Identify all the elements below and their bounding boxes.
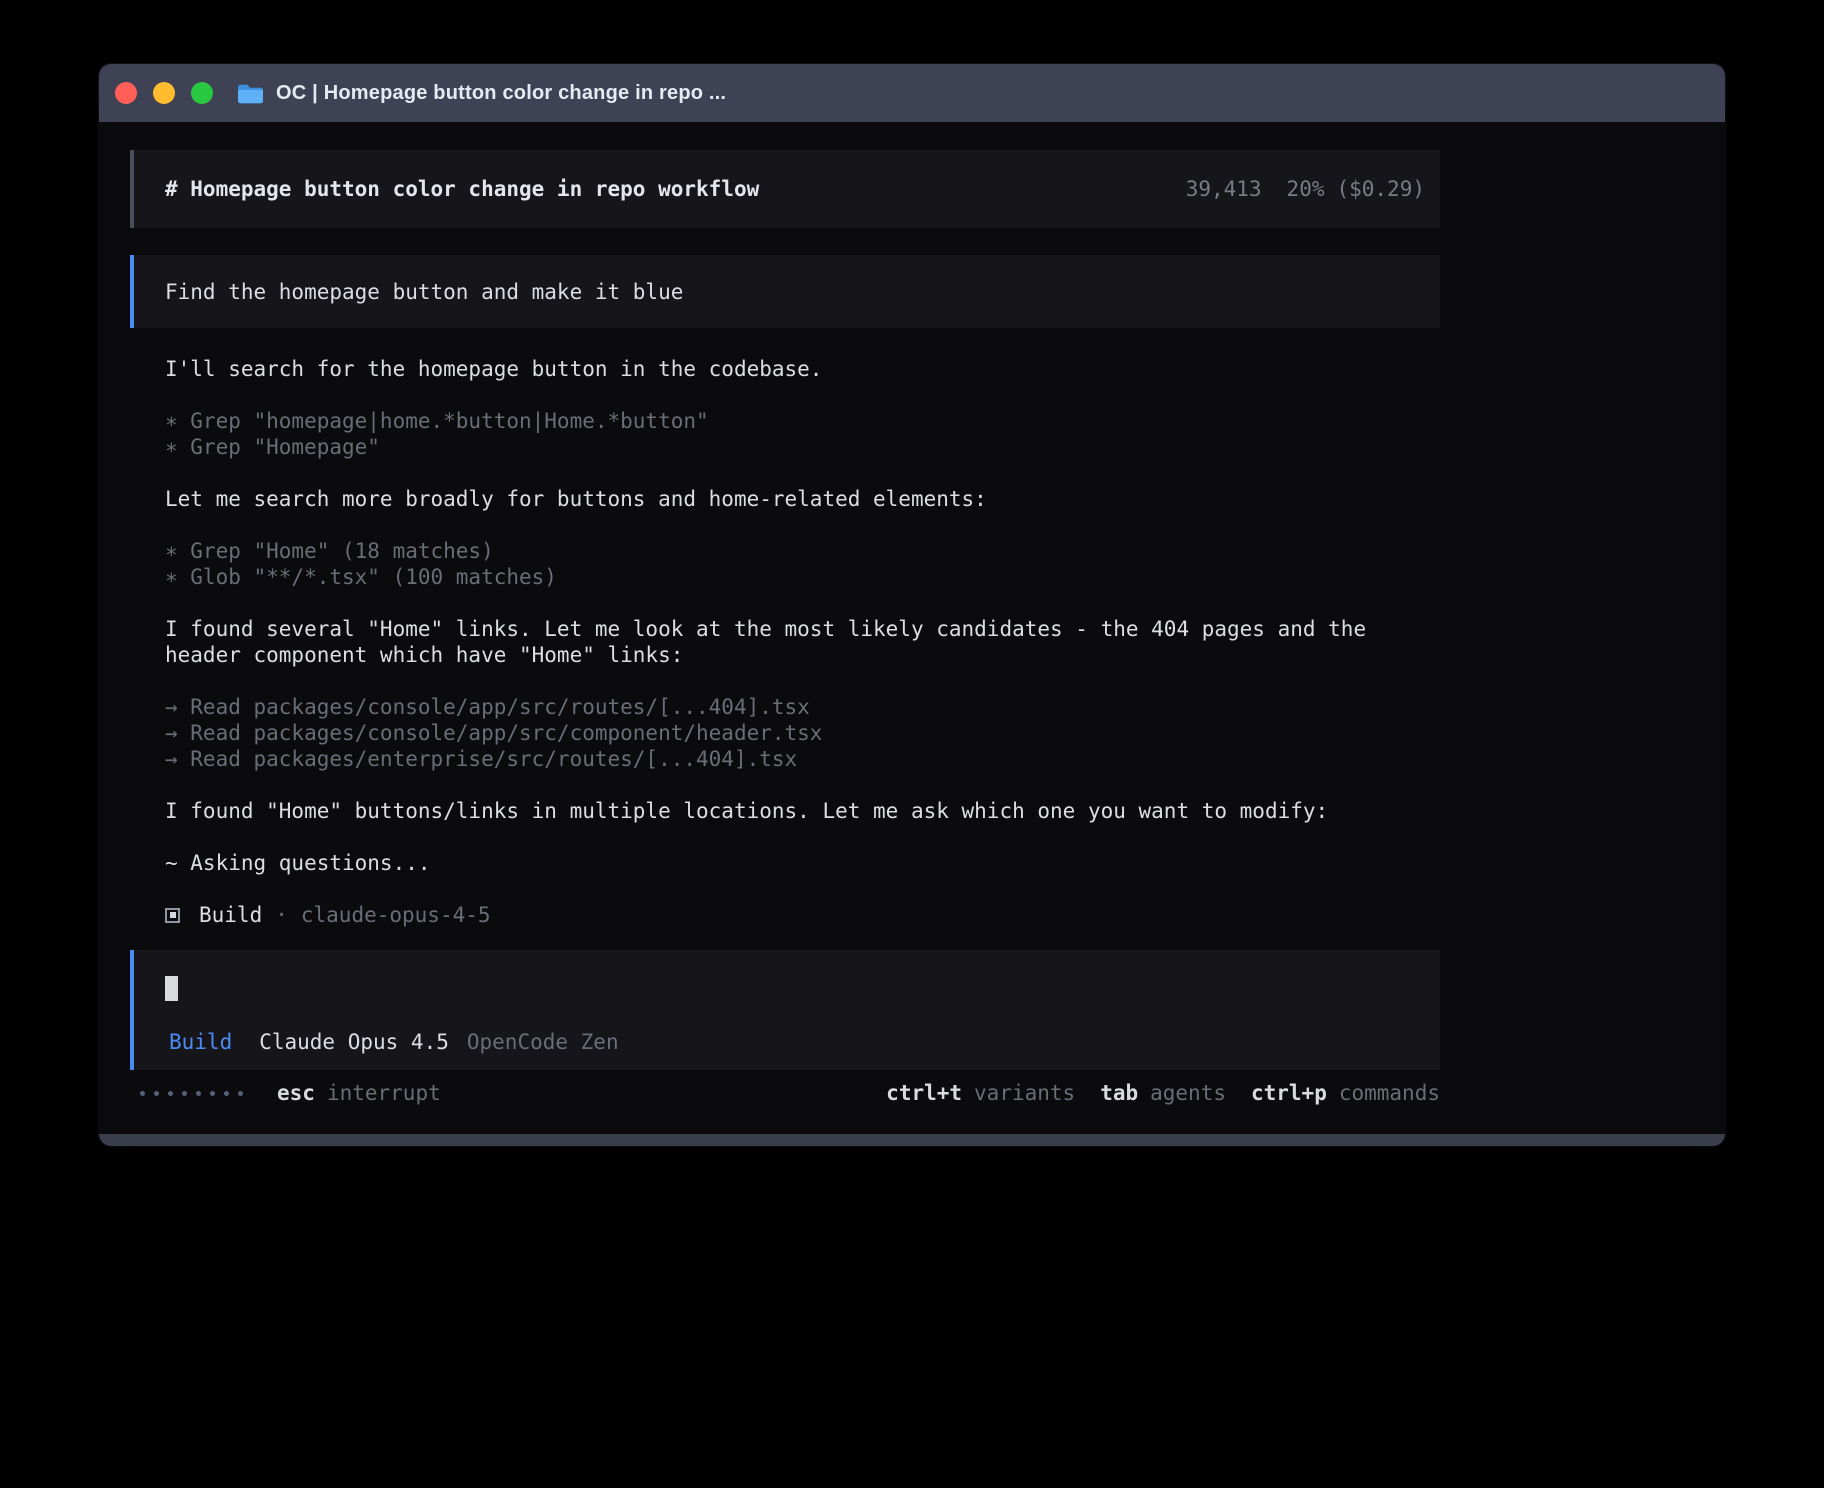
mode-label: Build [169,1030,232,1054]
tool-call-line: ∗ Grep "Homepage" [165,434,1440,460]
zoom-button[interactable] [191,82,213,104]
user-message: Find the homepage button and make it blu… [130,255,1440,328]
window-title: OC | Homepage button color change in rep… [276,82,726,105]
close-button[interactable] [115,82,137,104]
line-spacer [165,876,1440,902]
assistant-status-line: ~ Asking questions... [165,850,1440,876]
line-spacer [165,668,1440,694]
keybind-hint: ctrl+t variants [886,1081,1075,1105]
session-stats: 39,413 20% ($0.29) [1186,177,1425,201]
tab-key-label: agents [1150,1081,1226,1105]
line-spacer [165,590,1440,616]
terminal-window: OC | Homepage button color change in rep… [99,64,1725,1146]
dots-spinner [140,1091,243,1096]
session-cost: ($0.29) [1336,177,1425,201]
file-read-line: → Read packages/console/app/src/routes/[… [165,694,1440,720]
agent-model: claude-opus-4-5 [301,903,491,927]
provider-label: OpenCode Zen [467,1030,619,1054]
assistant-text-line: header component which have "Home" links… [165,642,1440,668]
keybind-hint: ctrl+p commands [1251,1081,1440,1105]
assistant-text-line: I found several "Home" links. Let me loo… [165,616,1440,642]
line-spacer [165,772,1440,798]
model-label: Claude Opus 4.5 [259,1030,449,1054]
agent-square-icon [165,908,180,923]
line-spacer [165,824,1440,850]
assistant-text-line: I'll search for the homepage button in t… [165,356,1440,382]
tool-call-line: ∗ Glob "**/*.tsx" (100 matches) [165,564,1440,590]
conversation-body: I'll search for the homepage button in t… [130,328,1440,928]
session-title: # Homepage button color change in repo w… [165,177,759,201]
input-status-bar: Build Claude Opus 4.5 OpenCode Zen [169,1030,619,1054]
esc-key-hint: esc [277,1081,315,1105]
session-header: # Homepage button color change in repo w… [130,150,1440,228]
titlebar[interactable]: OC | Homepage button color change in rep… [99,64,1725,122]
prompt-input[interactable]: Build Claude Opus 4.5 OpenCode Zen [130,950,1440,1070]
ctrl-p-key-hint: ctrl+p [1251,1081,1327,1105]
agent-name: Build [199,903,262,927]
window-controls [115,82,213,104]
tool-call-line: ∗ Grep "Home" (18 matches) [165,538,1440,564]
line-spacer [165,382,1440,408]
separator-dot: · [275,903,288,927]
file-read-line: → Read packages/enterprise/src/routes/[.… [165,746,1440,772]
context-percent: 20% [1287,177,1325,201]
agent-status-line: Build · claude-opus-4-5 [165,902,1440,928]
terminal-content: # Homepage button color change in repo w… [99,122,1725,1134]
file-read-line: → Read packages/console/app/src/componen… [165,720,1440,746]
token-count: 39,413 [1186,177,1262,201]
user-message-text: Find the homepage button and make it blu… [165,280,683,304]
minimize-button[interactable] [153,82,175,104]
keybind-hint: tab agents [1100,1081,1226,1105]
tab-key-hint: tab [1100,1081,1138,1105]
ctrl-p-key-label: commands [1339,1081,1440,1105]
ctrl-t-key-label: variants [974,1081,1075,1105]
tool-call-line: ∗ Grep "homepage|home.*button|Home.*butt… [165,408,1440,434]
window-bottom-edge [99,1134,1725,1146]
line-spacer [165,460,1440,486]
text-cursor [165,976,178,1001]
status-bar-left: esc interrupt [130,1081,441,1105]
folder-icon [237,83,264,104]
esc-key-label: interrupt [327,1081,441,1105]
line-spacer [165,512,1440,538]
ctrl-t-key-hint: ctrl+t [886,1081,962,1105]
assistant-text-line: I found "Home" buttons/links in multiple… [165,798,1440,824]
desktop-background: OC | Homepage button color change in rep… [0,0,1824,1488]
assistant-text-line: Let me search more broadly for buttons a… [165,486,1440,512]
status-bar-right: ctrl+t variants tab agents ctrl+p comman… [861,1081,1440,1105]
status-bar: esc interrupt ctrl+t variants tab agents [130,1080,1440,1106]
